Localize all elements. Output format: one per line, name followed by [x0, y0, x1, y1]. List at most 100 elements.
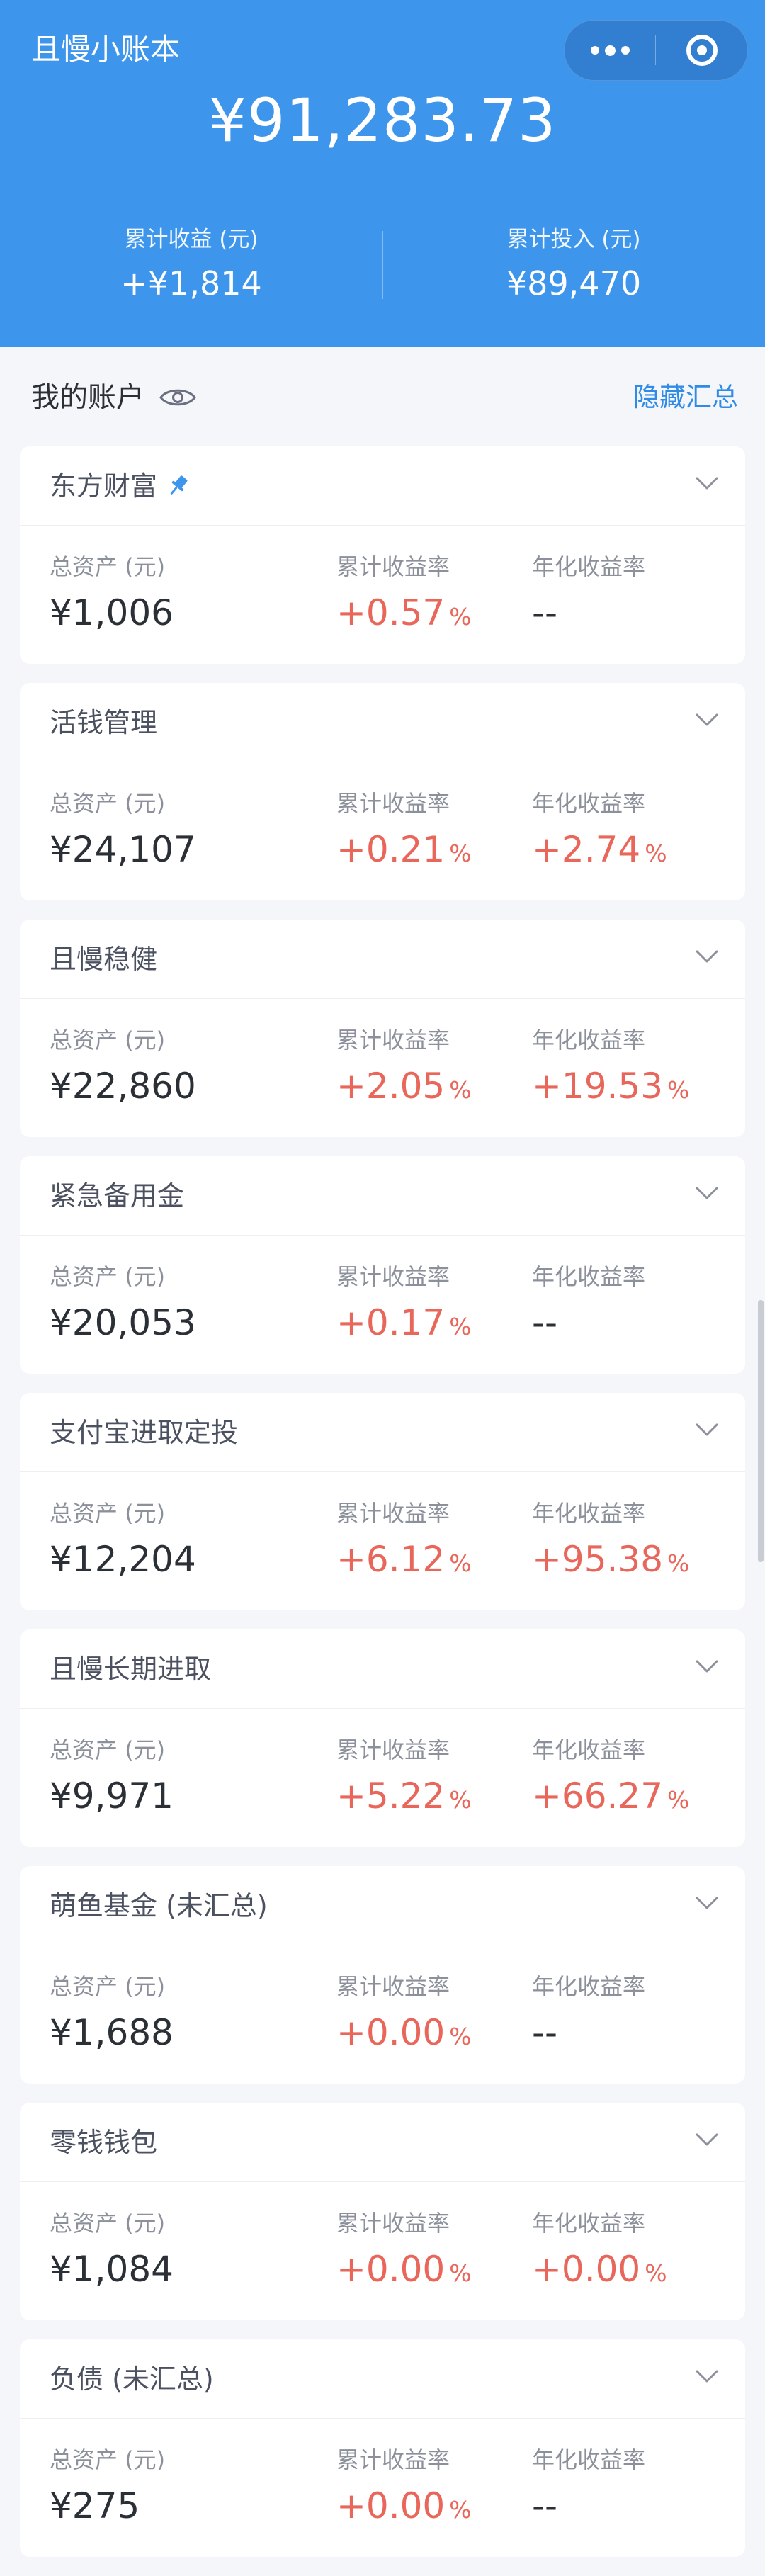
asset-col: 总资产 (元) ¥22,860: [50, 1026, 196, 1108]
asset-value: ¥22,860: [50, 1066, 196, 1107]
annual-rate-label: 年化收益率: [532, 1973, 646, 2000]
cum-rate-col: 累计收益率 +0.21%: [336, 789, 472, 876]
account-card-header[interactable]: 活钱管理: [20, 683, 745, 762]
annual-rate-value: +0.00%: [532, 2247, 667, 2295]
account-name: 且慢稳健: [50, 943, 158, 975]
cum-rate-value: +0.00%: [336, 2484, 472, 2532]
accounts-header: 我的账户 隐藏汇总: [0, 347, 765, 446]
scrollbar[interactable]: [758, 1300, 764, 1562]
account-card[interactable]: 零钱钱包 总资产 (元) ¥1,084 累计收益率 +0.00% 年化收益率 +…: [20, 2103, 745, 2320]
cum-rate-value: +6.12%: [336, 1537, 472, 1586]
cum-rate-label: 累计收益率: [336, 1736, 450, 1763]
annual-rate-label: 年化收益率: [532, 1736, 646, 1763]
account-card[interactable]: 紧急备用金 总资产 (元) ¥20,053 累计收益率 +0.17% 年化收益率…: [20, 1156, 745, 1374]
cum-invest-value: ¥89,470: [506, 264, 642, 303]
chevron-down-icon[interactable]: [694, 2131, 720, 2148]
account-card-header[interactable]: 支付宝进取定投: [20, 1393, 745, 1472]
rate-number: --: [532, 592, 558, 633]
account-name: 支付宝进取定投: [50, 1416, 239, 1448]
summary-row: 累计收益 (元) +¥1,814 累计投入 (元) ¥89,470: [0, 225, 765, 303]
account-card-header[interactable]: 且慢长期进取: [20, 1629, 745, 1709]
asset-label: 总资产 (元): [50, 2210, 166, 2237]
rate-number: +0.00: [336, 2249, 446, 2290]
rate-number: +5.22: [336, 1775, 446, 1817]
chevron-down-icon[interactable]: [694, 475, 720, 492]
rate-number: +0.00: [532, 2249, 641, 2290]
account-card-header[interactable]: 紧急备用金: [20, 1156, 745, 1236]
cum-rate-label: 累计收益率: [336, 1973, 450, 2000]
cum-income-label: 累计收益 (元): [124, 227, 259, 252]
cum-rate-col: 累计收益率 +0.57%: [336, 553, 472, 639]
account-name: 活钱管理: [50, 706, 158, 738]
cum-invest: 累计投入 (元) ¥89,470: [382, 225, 765, 303]
annual-rate-col: 年化收益率 +66.27%: [532, 1736, 689, 1822]
account-card-body: 总资产 (元) ¥12,204 累计收益率 +6.12% 年化收益率 +95.3…: [20, 1472, 745, 1610]
cum-rate-col: 累计收益率 +0.00%: [336, 1972, 472, 2059]
cum-rate-value: +2.05%: [336, 1064, 472, 1112]
chevron-down-icon[interactable]: [694, 948, 720, 965]
annual-rate-label: 年化收益率: [532, 553, 646, 580]
cum-rate-value: +0.00%: [336, 2011, 472, 2059]
account-card-header[interactable]: 萌鱼基金 (未汇总): [20, 1866, 745, 1945]
chevron-down-icon[interactable]: [694, 1894, 720, 1911]
account-card-body: 总资产 (元) ¥20,053 累计收益率 +0.17% 年化收益率 --: [20, 1236, 745, 1374]
percent-sign: %: [645, 2259, 667, 2287]
annual-rate-value: +66.27%: [532, 1774, 689, 1822]
account-card[interactable]: 活钱管理 总资产 (元) ¥24,107 累计收益率 +0.21% 年化收益率 …: [20, 683, 745, 900]
asset-label: 总资产 (元): [50, 1500, 166, 1527]
asset-label: 总资产 (元): [50, 790, 166, 817]
account-card[interactable]: 支付宝进取定投 总资产 (元) ¥12,204 累计收益率 +6.12% 年化收…: [20, 1393, 745, 1610]
annual-rate-value: --: [532, 591, 645, 635]
cum-income-value: +¥1,814: [120, 264, 262, 303]
percent-sign: %: [449, 603, 472, 631]
percent-sign: %: [449, 1313, 472, 1340]
account-card-body: 总资产 (元) ¥9,971 累计收益率 +5.22% 年化收益率 +66.27…: [20, 1709, 745, 1847]
cum-rate-col: 累计收益率 +0.00%: [336, 2446, 472, 2532]
annual-rate-col: 年化收益率 +19.53%: [532, 1026, 689, 1112]
cum-invest-label: 累计投入 (元): [506, 227, 641, 252]
account-card-body: 总资产 (元) ¥1,006 累计收益率 +0.57% 年化收益率 --: [20, 526, 745, 664]
cum-rate-col: 累计收益率 +5.22%: [336, 1736, 472, 1822]
asset-label: 总资产 (元): [50, 1973, 166, 2000]
asset-value: ¥1,688: [50, 2012, 174, 2053]
cum-rate-value: +0.00%: [336, 2247, 472, 2295]
eye-icon[interactable]: [159, 385, 197, 409]
account-card-header[interactable]: 负债 (未汇总): [20, 2339, 745, 2419]
cum-rate-label: 累计收益率: [336, 2446, 450, 2473]
asset-value: ¥9,971: [50, 1775, 174, 1817]
chevron-down-icon[interactable]: [694, 711, 720, 728]
asset-value: ¥275: [50, 2485, 140, 2526]
annual-rate-value: +2.74%: [532, 827, 667, 876]
annual-rate-col: 年化收益率 --: [532, 1262, 645, 1345]
account-card[interactable]: 萌鱼基金 (未汇总) 总资产 (元) ¥1,688 累计收益率 +0.00% 年…: [20, 1866, 745, 2084]
rate-number: +2.05: [336, 1066, 446, 1107]
annual-rate-value: --: [532, 2011, 645, 2055]
annual-rate-label: 年化收益率: [532, 2446, 646, 2473]
annual-rate-col: 年化收益率 --: [532, 2446, 645, 2528]
account-card-header[interactable]: 零钱钱包: [20, 2103, 745, 2182]
more-dots-icon[interactable]: [565, 20, 655, 81]
rate-number: +0.21: [336, 829, 446, 870]
chevron-down-icon[interactable]: [694, 1185, 720, 1202]
percent-sign: %: [667, 1549, 690, 1577]
target-circle-icon[interactable]: [656, 20, 747, 81]
chevron-down-icon[interactable]: [694, 1658, 720, 1675]
account-card-body: 总资产 (元) ¥24,107 累计收益率 +0.21% 年化收益率 +2.74…: [20, 762, 745, 900]
cum-rate-label: 累计收益率: [336, 790, 450, 817]
hide-summary-link[interactable]: 隐藏汇总: [633, 380, 738, 415]
chevron-down-icon[interactable]: [694, 2368, 720, 2385]
cum-rate-col: 累计收益率 +2.05%: [336, 1026, 472, 1112]
account-card[interactable]: 且慢稳健 总资产 (元) ¥22,860 累计收益率 +2.05% 年化收益率 …: [20, 920, 745, 1137]
percent-sign: %: [449, 2259, 472, 2287]
account-card[interactable]: 东方财富 总资产 (元) ¥1,006 累计收益率 +0.57% 年化收益率 -…: [20, 446, 745, 664]
header: 且慢小账本 ¥91,283.73 累计收益 (元) +¥1,814 累计投入 (…: [0, 0, 765, 347]
account-card-header[interactable]: 东方财富: [20, 446, 745, 526]
account-card[interactable]: 负债 (未汇总) 总资产 (元) ¥275 累计收益率 +0.00% 年化收益率…: [20, 2339, 745, 2557]
account-card-header[interactable]: 且慢稳健: [20, 920, 745, 999]
asset-value: ¥1,084: [50, 2249, 174, 2290]
annual-rate-col: 年化收益率 +95.38%: [532, 1499, 689, 1586]
percent-sign: %: [449, 840, 472, 867]
rate-number: --: [532, 2012, 558, 2053]
account-card[interactable]: 且慢长期进取 总资产 (元) ¥9,971 累计收益率 +5.22% 年化收益率…: [20, 1629, 745, 1847]
chevron-down-icon[interactable]: [694, 1421, 720, 1438]
